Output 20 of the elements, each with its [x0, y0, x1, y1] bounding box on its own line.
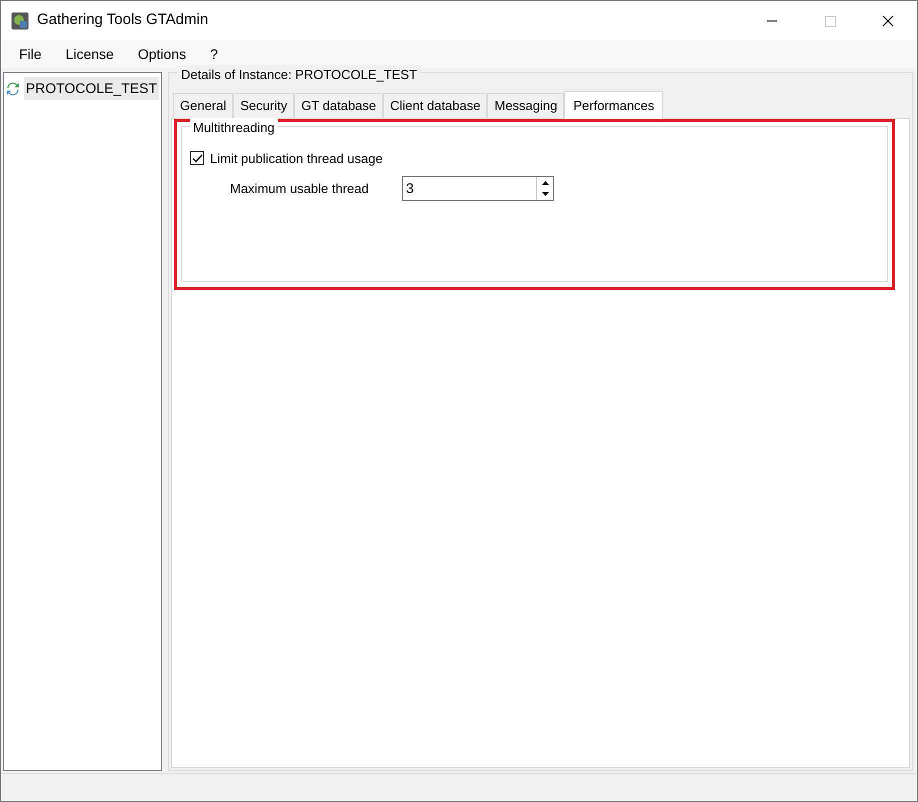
tree-item[interactable]: PROTOCOLE_TEST	[24, 77, 159, 100]
checkbox-label[interactable]: Limit publication thread usage	[210, 148, 383, 168]
window-title: Gathering Tools GTAdmin	[37, 10, 208, 30]
checkbox[interactable]	[190, 151, 204, 166]
menu-item[interactable]: ?	[198, 44, 230, 64]
group-title: Multithreading	[190, 118, 278, 137]
tab[interactable]: Security	[233, 93, 294, 118]
group-title: Details of Instance: PROTOCOLE_TEST	[177, 65, 422, 84]
app-icon	[11, 12, 29, 30]
menu-item[interactable]: Options	[126, 44, 198, 64]
sync-icon	[6, 80, 20, 96]
tab[interactable]: Messaging	[487, 93, 564, 118]
tab[interactable]: GT database	[294, 93, 384, 118]
menu-item[interactable]: File	[7, 44, 54, 64]
menu-item[interactable]: License	[54, 44, 126, 64]
tab[interactable]: Performances	[564, 91, 664, 118]
field-label: Maximum usable thread	[230, 180, 370, 198]
number-spinner[interactable]: 3	[402, 176, 554, 201]
tab[interactable]: General	[173, 93, 234, 118]
tab[interactable]: Client database	[383, 93, 488, 118]
